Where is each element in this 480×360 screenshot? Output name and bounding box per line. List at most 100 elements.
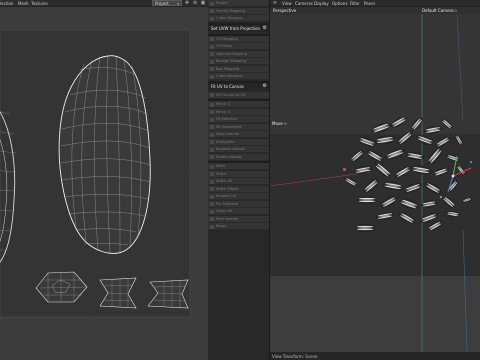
tool-label: Fit Canvas to UV [216, 92, 246, 97]
tool-icon [210, 52, 214, 56]
tool-button-21[interactable]: Straighten [208, 138, 269, 146]
tool-button-7[interactable]: UV Relax [208, 43, 269, 50]
viewport-canvas[interactable] [270, 14, 480, 360]
tool-label: Weld [216, 164, 225, 168]
tool-header-13[interactable]: ⚙ Fit UV to Canvas [208, 82, 269, 90]
tool-button-31[interactable]: Unpin All [208, 208, 269, 215]
tool-header-4[interactable]: ⚙ Set UVW from Projection [208, 24, 269, 32]
tool-icon [210, 110, 214, 114]
tool-label: Reset [216, 224, 227, 228]
tool-icon [210, 140, 214, 144]
tool-button-16[interactable]: Mirror U [208, 101, 269, 108]
tool-button-29[interactable]: Smooth UV [208, 193, 269, 200]
tool-icon [210, 217, 214, 221]
uv-tool-panel: Project Frontal Mapping Cubic Mapping ⚙ Set … [208, 0, 269, 360]
tool-button-26[interactable]: Stitch [208, 170, 269, 178]
tool-button-1[interactable]: Frontal Mapping [208, 7, 269, 15]
tool-button-0[interactable]: Project [208, 0, 269, 7]
tool-icon [210, 187, 214, 191]
tool-icon [210, 172, 214, 176]
menu-filter[interactable]: Filter [350, 1, 360, 6]
tool-button-25[interactable]: Weld [208, 163, 269, 170]
tool-button-6[interactable]: UV Mapping [208, 35, 269, 43]
tool-label: Box Mapping [216, 66, 240, 71]
frame-icon[interactable]: ▣ [200, 0, 206, 6]
tool-icon [210, 179, 214, 184]
object-label-arrow-icon: ⊳ [284, 121, 288, 126]
tool-icon [210, 117, 214, 122]
tool-label: Optimal Mapping [216, 51, 247, 56]
tool-label: Stitch Edges [216, 186, 239, 191]
viewport-statusbar: View Transform: Scene [270, 352, 480, 360]
tool-label: UV Mapping [216, 36, 238, 41]
menu-cameras[interactable]: Cameras [295, 1, 313, 6]
move-icon[interactable]: ✥ [184, 0, 190, 6]
status-text: View Transform: Scene [272, 354, 318, 359]
menu-textures[interactable]: Textures [31, 1, 48, 6]
tool-label: Rotate Islands [216, 154, 242, 159]
tool-button-14[interactable]: Fit Canvas to UV [208, 91, 269, 99]
tool-label: Cubic Mapping [216, 74, 243, 78]
tool-button-2[interactable]: Cubic Mapping [208, 15, 269, 22]
uv-canvas[interactable] [0, 7, 208, 360]
menu-panel[interactable]: Panel [364, 1, 375, 6]
tool-label: Frontal Mapping [216, 8, 245, 13]
tool-label: Stitch [216, 171, 227, 176]
tool-button-17[interactable]: Mirror V [208, 108, 269, 116]
tool-icon [210, 155, 214, 159]
camera-name[interactable]: Default Camera [422, 8, 454, 13]
tool-icon [210, 125, 214, 129]
tool-button-20[interactable]: Align Islands [208, 131, 269, 138]
tool-button-18[interactable]: Fit Selected [208, 116, 269, 123]
tool-icon [210, 59, 214, 64]
tool-button-27[interactable]: Stitch All [208, 178, 269, 185]
projection-mode-dropdown[interactable]: Project ▾ [152, 0, 182, 6]
tool-button-30[interactable]: Pin Selected [208, 200, 269, 208]
tool-icon [210, 37, 214, 41]
tool-label: Pin Selected [216, 201, 239, 206]
tool-icon [210, 224, 214, 229]
tool-button-23[interactable]: Rotate Islands [208, 153, 269, 161]
tool-button-22[interactable]: Equalize Islands [208, 146, 269, 153]
menu-options[interactable]: Options [332, 1, 347, 6]
viewport-infobar: Perspective Default Camera ⊙ [270, 7, 480, 14]
tool-button-28[interactable]: Stitch Edges [208, 185, 269, 193]
tool-icon [210, 194, 214, 199]
tool-label: Mirror V [216, 109, 231, 114]
menu-selection[interactable]: lection [0, 1, 13, 6]
menu-display[interactable]: Display [314, 1, 329, 6]
view-settings-icon[interactable]: ≡ [272, 0, 278, 6]
tool-button-19[interactable]: Fit Unselected [208, 123, 269, 131]
tool-icon [210, 67, 214, 71]
gear-icon[interactable]: ⚙ [263, 83, 267, 90]
tool-label: Realign Mapping [216, 59, 246, 63]
tool-label: Pack Islands [216, 216, 238, 221]
3d-viewport: View Cameras Display Options Filter Pane… [269, 0, 480, 360]
camera-lock-icon[interactable]: ⊙ [454, 8, 457, 13]
menu-view[interactable]: View [282, 1, 292, 6]
tool-label: Cubic Mapping [216, 16, 243, 20]
viewport-menubar: View Cameras Display Options Filter Pane… [270, 0, 480, 7]
tool-icon [210, 9, 214, 13]
view-name: Perspective [273, 8, 297, 13]
tool-button-11[interactable]: Cubic Mapping [208, 73, 269, 80]
tool-button-32[interactable]: Pack Islands [208, 215, 269, 223]
tool-button-9[interactable]: Realign Mapping [208, 58, 269, 65]
tool-label: Smooth UV [216, 194, 237, 198]
menu-mesh[interactable]: Mesh [18, 1, 29, 6]
tool-label: Fit Selected [216, 117, 237, 121]
dropdown-value: Project [155, 1, 169, 6]
tool-button-33[interactable]: Reset [208, 223, 269, 230]
tool-label: Mirror U [216, 102, 231, 106]
chevron-down-icon: ▾ [176, 1, 179, 6]
gear-icon[interactable]: ⚙ [263, 25, 267, 32]
tool-button-10[interactable]: Box Mapping [208, 65, 269, 73]
tool-label: Equalize Islands [216, 147, 245, 151]
tool-icon [210, 164, 214, 169]
tool-icon [210, 93, 214, 97]
zoom-icon[interactable]: ⊕ [192, 0, 198, 6]
uv-menubar: lection Mesh Textures Project ▾ ✥ ⊕ ▣ [0, 0, 208, 7]
tool-button-8[interactable]: Optimal Mapping [208, 50, 269, 58]
tool-icon [210, 16, 214, 21]
tool-label: Fit Unselected [216, 124, 242, 129]
